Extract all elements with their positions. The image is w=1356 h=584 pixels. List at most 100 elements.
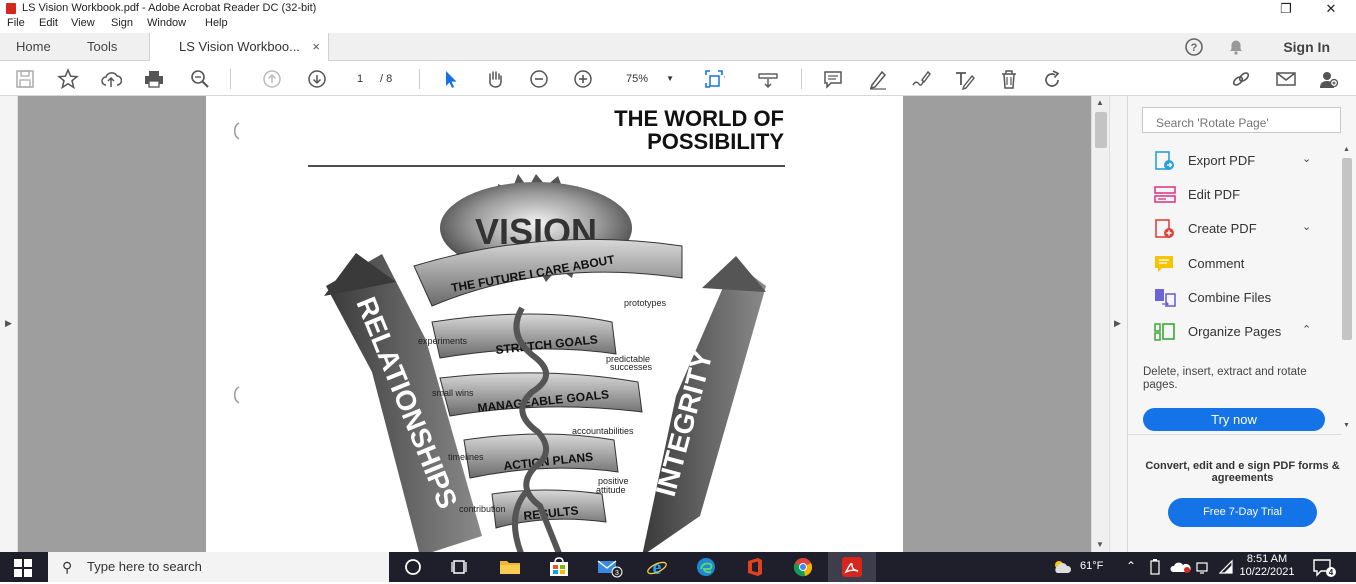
tool-combine-files[interactable]: Combine Files — [1128, 282, 1338, 314]
tool-export-pdf[interactable]: Export PDF ⌄ — [1128, 145, 1338, 177]
tab-document-label: LS Vision Workboo... — [179, 39, 300, 54]
right-panel-toggle[interactable]: ▶ — [1109, 96, 1127, 552]
windows-start-icon[interactable] — [14, 559, 32, 577]
zoom-level-dropdown[interactable]: 75% ▼ — [618, 69, 680, 89]
menu-sign[interactable]: Sign — [111, 17, 133, 29]
mail-app-icon[interactable]: 3 — [597, 556, 623, 578]
tab-document[interactable]: LS Vision Workboo... × — [149, 33, 329, 62]
zoom-level-value: 75% — [626, 73, 649, 85]
wifi-icon[interactable] — [1218, 559, 1234, 575]
sign-in-button[interactable]: Sign In — [1283, 39, 1330, 55]
left-panel-toggle[interactable]: ▶ — [0, 96, 18, 552]
acrobat-reader-taskbar-icon[interactable] — [841, 556, 863, 578]
menu-window[interactable]: Window — [147, 17, 186, 29]
bookmark-star-icon[interactable] — [57, 68, 79, 90]
expand-left-panel-icon[interactable]: ▶ — [5, 318, 12, 329]
file-explorer-icon[interactable] — [499, 556, 521, 578]
svg-text:e: e — [653, 557, 662, 578]
microsoft-store-icon[interactable] — [548, 556, 570, 578]
keyboard-scroll-icon[interactable] — [757, 68, 779, 90]
comment-icon[interactable] — [822, 68, 844, 90]
task-view-icon[interactable] — [449, 556, 471, 578]
menu-help[interactable]: Help — [205, 17, 228, 29]
clock-time: 8:51 AM — [1246, 553, 1288, 565]
close-window-button[interactable]: ✕ — [1311, 0, 1351, 17]
trash-icon[interactable] — [998, 68, 1020, 90]
organize-pages-description: Delete, insert, extract and rotate pages… — [1143, 366, 1307, 391]
sign-pen-icon[interactable] — [910, 68, 932, 90]
document-scrollbar[interactable]: ▲ ▼ — [1091, 96, 1109, 552]
zoom-out-icon[interactable] — [528, 68, 550, 90]
page-heading-line1: THE WORLD OF — [614, 106, 784, 131]
office-icon[interactable] — [744, 556, 766, 578]
onedrive-icon[interactable] — [1170, 559, 1192, 575]
page-heading-line2: POSSIBILITY — [647, 129, 784, 154]
restore-button[interactable]: ❐ — [1266, 0, 1306, 17]
fit-page-icon[interactable]: ▾ — [703, 68, 728, 90]
upload-cloud-icon[interactable] — [100, 68, 123, 90]
document-viewer[interactable]: THE WORLD OF POSSIBILITY RELATIONSHIPS I… — [18, 96, 1091, 552]
tools-pane-scrollbar[interactable]: ▲ ▼ — [1340, 146, 1354, 436]
weather-cloud-icon[interactable] — [1050, 556, 1074, 578]
tools-pane-scrollbar-thumb[interactable] — [1342, 158, 1352, 340]
previous-page-icon[interactable] — [261, 68, 283, 90]
tab-home[interactable]: Home — [16, 33, 51, 61]
tools-search-input[interactable] — [1142, 107, 1341, 133]
menu-view[interactable]: View — [71, 17, 95, 29]
notification-center-icon[interactable]: 4 — [1312, 557, 1338, 579]
user-account-icon[interactable] — [1317, 68, 1339, 90]
tool-organize-pages[interactable]: Organize Pages ⌃ — [1128, 316, 1338, 348]
internet-explorer-icon[interactable]: e — [646, 556, 668, 579]
help-icon[interactable]: ? — [1184, 37, 1204, 57]
zoom-search-icon[interactable] — [189, 68, 211, 90]
chevron-down-icon[interactable]: ⌄ — [1302, 152, 1311, 165]
edge-browser-icon[interactable] — [695, 556, 717, 578]
network-icon[interactable] — [1196, 559, 1214, 575]
taskbar-search-box[interactable]: ⚲ Type here to search — [48, 552, 389, 582]
scroll-up-icon[interactable]: ▲ — [1343, 146, 1350, 153]
punch-hole — [233, 122, 240, 140]
tab-tools[interactable]: Tools — [87, 33, 117, 61]
tool-comment[interactable]: Comment — [1128, 248, 1338, 280]
mail-icon[interactable] — [1275, 68, 1297, 90]
close-tab-icon[interactable]: × — [312, 33, 320, 60]
menu-edit[interactable]: Edit — [39, 17, 58, 29]
scrollbar-thumb[interactable] — [1095, 112, 1107, 148]
highlight-pen-icon[interactable] — [867, 68, 889, 90]
try-now-button[interactable]: Try now — [1143, 408, 1325, 431]
chevron-up-icon[interactable]: ⌃ — [1302, 323, 1311, 336]
next-page-icon[interactable] — [306, 68, 328, 90]
zoom-in-icon[interactable] — [572, 68, 594, 90]
chevron-up-icon[interactable]: ⌃ — [1126, 559, 1136, 573]
weather-temperature[interactable]: 61°F — [1080, 560, 1103, 572]
system-clock[interactable]: 8:51 AM 10/22/2021 — [1237, 553, 1297, 579]
export-pdf-icon — [1154, 151, 1176, 171]
link-share-icon[interactable] — [1230, 68, 1252, 90]
tool-edit-pdf[interactable]: Edit PDF — [1128, 179, 1338, 211]
chevron-down-icon[interactable]: ⌄ — [1302, 220, 1311, 233]
tool-organize-pages-label: Organize Pages — [1188, 324, 1282, 339]
page-number-input[interactable]: 1 — [344, 69, 376, 89]
scroll-up-icon[interactable]: ▲ — [1096, 98, 1104, 107]
hand-tool-icon[interactable] — [484, 68, 506, 90]
rotate-icon[interactable] — [1041, 68, 1063, 90]
print-icon[interactable] — [143, 68, 165, 90]
collapse-right-panel-icon[interactable]: ▶ — [1114, 318, 1121, 329]
free-trial-button[interactable]: Free 7-Day Trial — [1168, 498, 1317, 527]
battery-icon[interactable] — [1148, 559, 1162, 575]
tool-create-pdf[interactable]: Create PDF ⌄ — [1128, 213, 1338, 245]
chrome-browser-icon[interactable] — [792, 556, 814, 578]
bell-icon[interactable] — [1226, 37, 1246, 57]
combine-files-icon — [1154, 288, 1176, 308]
menu-file[interactable]: File — [7, 17, 25, 29]
save-icon[interactable] — [14, 68, 36, 90]
cortana-icon[interactable] — [402, 556, 424, 578]
scroll-down-icon[interactable]: ▼ — [1096, 540, 1104, 549]
page-total: / 8 — [380, 73, 393, 85]
scroll-down-icon[interactable]: ▼ — [1343, 422, 1350, 429]
svg-text:?: ? — [1191, 42, 1198, 54]
edit-text-icon[interactable] — [953, 68, 975, 91]
select-cursor-icon[interactable] — [440, 68, 462, 90]
windows-taskbar: ⚲ Type here to search 3 e 61°F ⌃ 8:51 AM… — [0, 552, 1356, 582]
integrity-arrow-head — [702, 256, 766, 292]
